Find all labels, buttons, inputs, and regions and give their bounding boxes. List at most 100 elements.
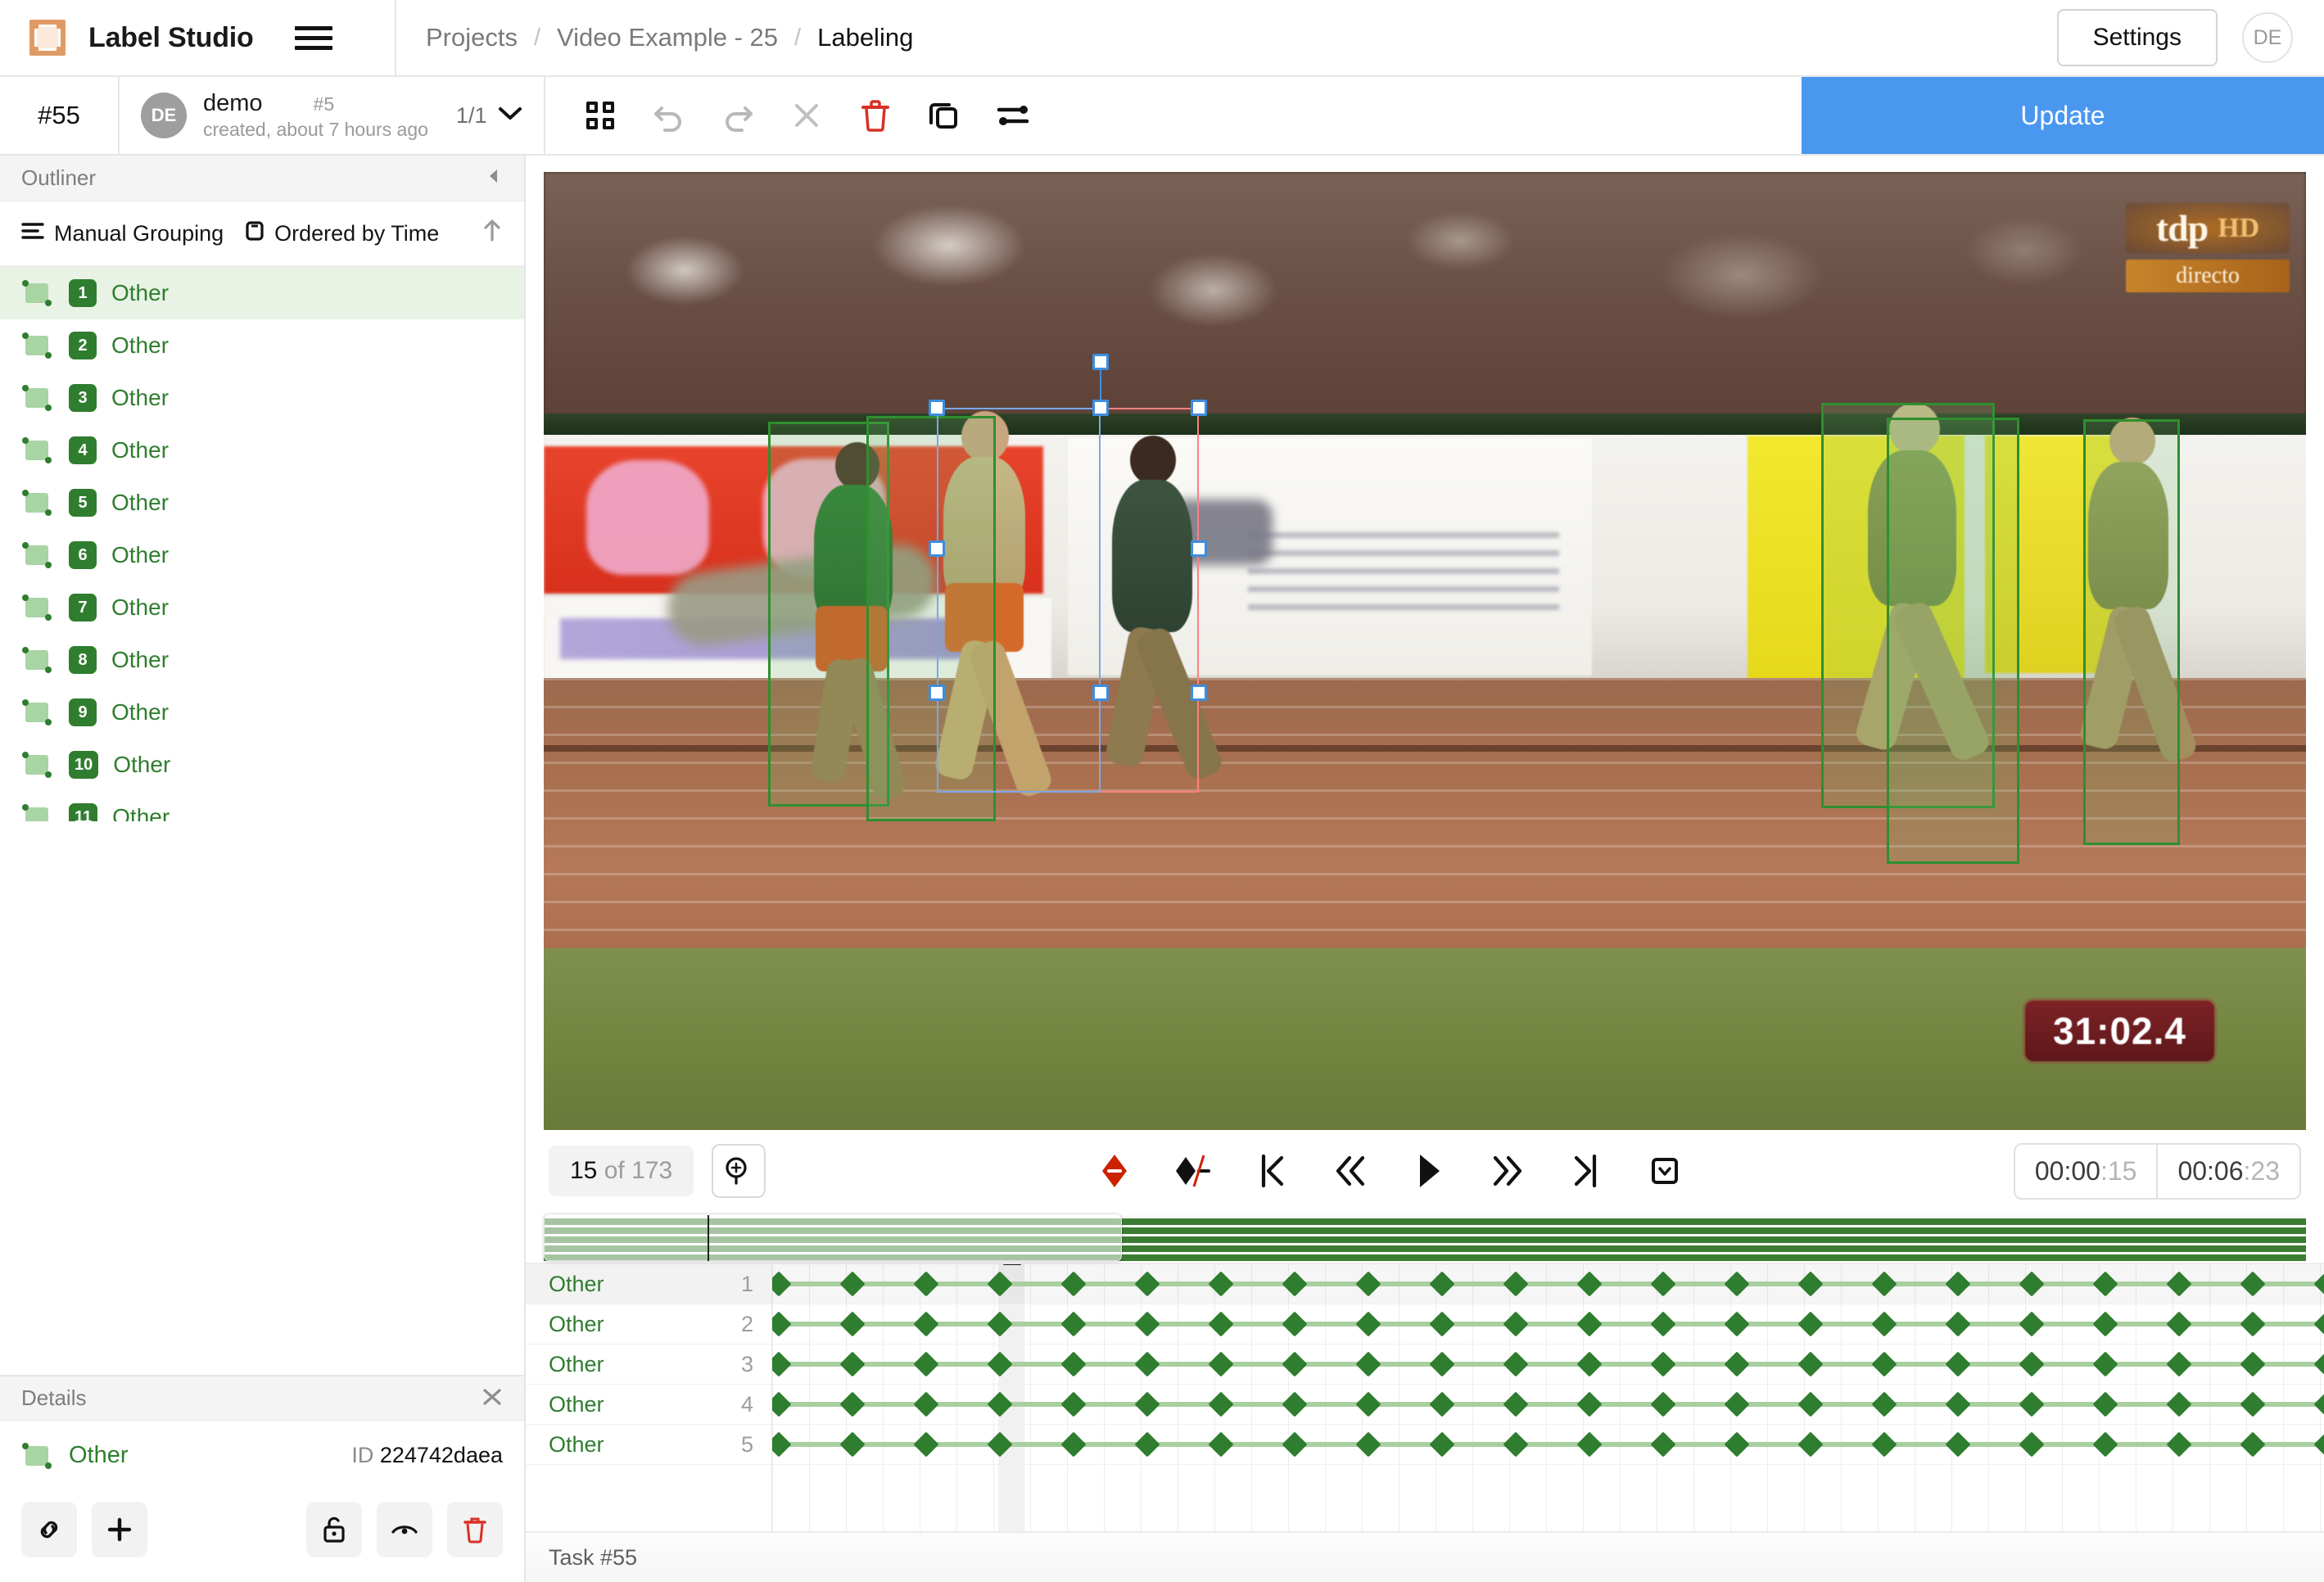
keyframe-marker[interactable] xyxy=(913,1271,939,1297)
add-meta-icon[interactable] xyxy=(92,1502,147,1557)
keyframe-marker[interactable] xyxy=(772,1351,792,1377)
minimap-playhead[interactable] xyxy=(708,1215,709,1261)
region-list-item[interactable]: 4 Other xyxy=(0,424,524,477)
keyframe-marker[interactable] xyxy=(1060,1351,1087,1377)
region-list-item[interactable]: 11 Other xyxy=(0,791,524,821)
keyframe-marker[interactable] xyxy=(1724,1431,1750,1458)
minimap-bars[interactable] xyxy=(544,1214,2306,1261)
update-button[interactable]: Update xyxy=(1802,77,2324,154)
keyframe-marker[interactable] xyxy=(2166,1311,2192,1337)
track-keyframe-row[interactable] xyxy=(772,1264,2324,1304)
track-keyframe-row[interactable] xyxy=(772,1345,2324,1385)
annotation-selector[interactable]: DE demo #5 created, about 7 hours ago 1/… xyxy=(120,77,546,154)
keyframe-marker[interactable] xyxy=(2240,1391,2266,1417)
visibility-icon[interactable] xyxy=(377,1502,432,1557)
keyframe-marker[interactable] xyxy=(1282,1431,1308,1458)
keyframe-marker[interactable] xyxy=(1355,1391,1381,1417)
keyframe-marker[interactable] xyxy=(1134,1351,1160,1377)
keyframe-marker[interactable] xyxy=(2313,1271,2324,1297)
keyframe-marker[interactable] xyxy=(1429,1271,1455,1297)
play-icon[interactable] xyxy=(1406,1148,1452,1194)
keyframe-marker[interactable] xyxy=(2092,1391,2118,1417)
annotation-pager[interactable]: 1/1 xyxy=(456,103,523,129)
step-forward-icon[interactable] xyxy=(1485,1148,1530,1194)
track-label-row[interactable]: Other 2 xyxy=(526,1304,771,1345)
keyframe-marker[interactable] xyxy=(1429,1431,1455,1458)
keyframe-marker[interactable] xyxy=(2019,1271,2045,1297)
keyframe-marker[interactable] xyxy=(772,1271,792,1297)
keyframe-marker[interactable] xyxy=(1650,1351,1676,1377)
keyframe-marker[interactable] xyxy=(1650,1431,1676,1458)
redo-icon[interactable] xyxy=(719,97,757,134)
keyframe-marker[interactable] xyxy=(2092,1351,2118,1377)
keyframe-marker[interactable] xyxy=(1797,1431,1824,1458)
keyframe-marker[interactable] xyxy=(2092,1431,2118,1458)
go-to-end-icon[interactable] xyxy=(1563,1148,1609,1194)
grid-view-icon[interactable] xyxy=(581,97,619,134)
delete-region-icon[interactable] xyxy=(447,1502,503,1557)
keyframe-marker[interactable] xyxy=(913,1311,939,1337)
keyframe-marker[interactable] xyxy=(1134,1311,1160,1337)
keyframe-marker[interactable] xyxy=(1060,1271,1087,1297)
delete-keyframe-icon[interactable] xyxy=(1092,1148,1137,1194)
resize-handle-s[interactable] xyxy=(1092,685,1109,701)
keyframe-marker[interactable] xyxy=(2240,1431,2266,1458)
track-label-row[interactable]: Other 1 xyxy=(526,1264,771,1304)
reset-icon[interactable] xyxy=(788,97,825,134)
keyframe-marker[interactable] xyxy=(1134,1391,1160,1417)
sort-ascending-icon[interactable] xyxy=(482,218,503,249)
go-to-start-icon[interactable] xyxy=(1249,1148,1295,1194)
breadcrumb-item-project[interactable]: Video Example - 25 xyxy=(557,23,778,52)
keyframe-marker[interactable] xyxy=(1945,1391,1971,1417)
keyframe-marker[interactable] xyxy=(1208,1391,1234,1417)
keyframe-marker[interactable] xyxy=(1797,1271,1824,1297)
keyframe-marker[interactable] xyxy=(1503,1351,1529,1377)
keyframe-marker[interactable] xyxy=(1945,1351,1971,1377)
collapse-left-icon[interactable] xyxy=(485,167,503,190)
keyframe-marker[interactable] xyxy=(1060,1311,1087,1337)
region-list-item[interactable]: 5 Other xyxy=(0,477,524,529)
keyframe-marker[interactable] xyxy=(1282,1311,1308,1337)
keyframe-marker[interactable] xyxy=(839,1351,866,1377)
track-label-row[interactable]: Other 3 xyxy=(526,1345,771,1385)
keyframe-marker[interactable] xyxy=(2240,1271,2266,1297)
keyframe-marker[interactable] xyxy=(1576,1311,1603,1337)
region-list-item[interactable]: 8 Other xyxy=(0,634,524,686)
video-canvas[interactable]: tdp HD directo 31:02.4 xyxy=(544,172,2306,1130)
region-list-item[interactable]: 6 Other xyxy=(0,529,524,581)
track-label-row[interactable]: Other 5 xyxy=(526,1425,771,1465)
region-list-item[interactable]: 2 Other xyxy=(0,319,524,372)
keyframe-marker[interactable] xyxy=(987,1311,1013,1337)
resize-handle-n[interactable] xyxy=(1092,400,1109,416)
keyframe-marker[interactable] xyxy=(987,1271,1013,1297)
keyframe-marker[interactable] xyxy=(913,1391,939,1417)
keyframe-marker[interactable] xyxy=(839,1271,866,1297)
keyframe-marker[interactable] xyxy=(1724,1391,1750,1417)
keyframe-marker[interactable] xyxy=(1871,1311,1897,1337)
keyframe-marker[interactable] xyxy=(1060,1391,1087,1417)
keyframe-marker[interactable] xyxy=(1797,1391,1824,1417)
keyframe-marker[interactable] xyxy=(2166,1271,2192,1297)
resize-handle-se[interactable] xyxy=(1191,685,1207,701)
keyframe-marker[interactable] xyxy=(1208,1431,1234,1458)
track-grid[interactable] xyxy=(771,1264,2324,1531)
resize-handle-ne[interactable] xyxy=(1191,400,1207,416)
resize-handle-e[interactable] xyxy=(1191,540,1207,557)
keyframe-marker[interactable] xyxy=(772,1311,792,1337)
keyframe-marker[interactable] xyxy=(1208,1351,1234,1377)
keyframe-marker[interactable] xyxy=(1355,1351,1381,1377)
keyframe-marker[interactable] xyxy=(1503,1271,1529,1297)
keyframe-marker[interactable] xyxy=(1503,1391,1529,1417)
keyframe-marker[interactable] xyxy=(1282,1351,1308,1377)
keyframe-marker[interactable] xyxy=(1134,1431,1160,1458)
keyframe-marker[interactable] xyxy=(1282,1391,1308,1417)
keyframe-marker[interactable] xyxy=(1429,1391,1455,1417)
track-keyframe-row[interactable] xyxy=(772,1385,2324,1425)
rotation-handle[interactable] xyxy=(1092,354,1109,370)
keyframe-marker[interactable] xyxy=(2313,1431,2324,1458)
keyframe-marker[interactable] xyxy=(1797,1351,1824,1377)
keyframe-marker[interactable] xyxy=(1134,1271,1160,1297)
user-avatar[interactable]: DE xyxy=(2242,12,2293,63)
keyframe-marker[interactable] xyxy=(2240,1311,2266,1337)
copy-annotation-icon[interactable] xyxy=(925,97,963,134)
